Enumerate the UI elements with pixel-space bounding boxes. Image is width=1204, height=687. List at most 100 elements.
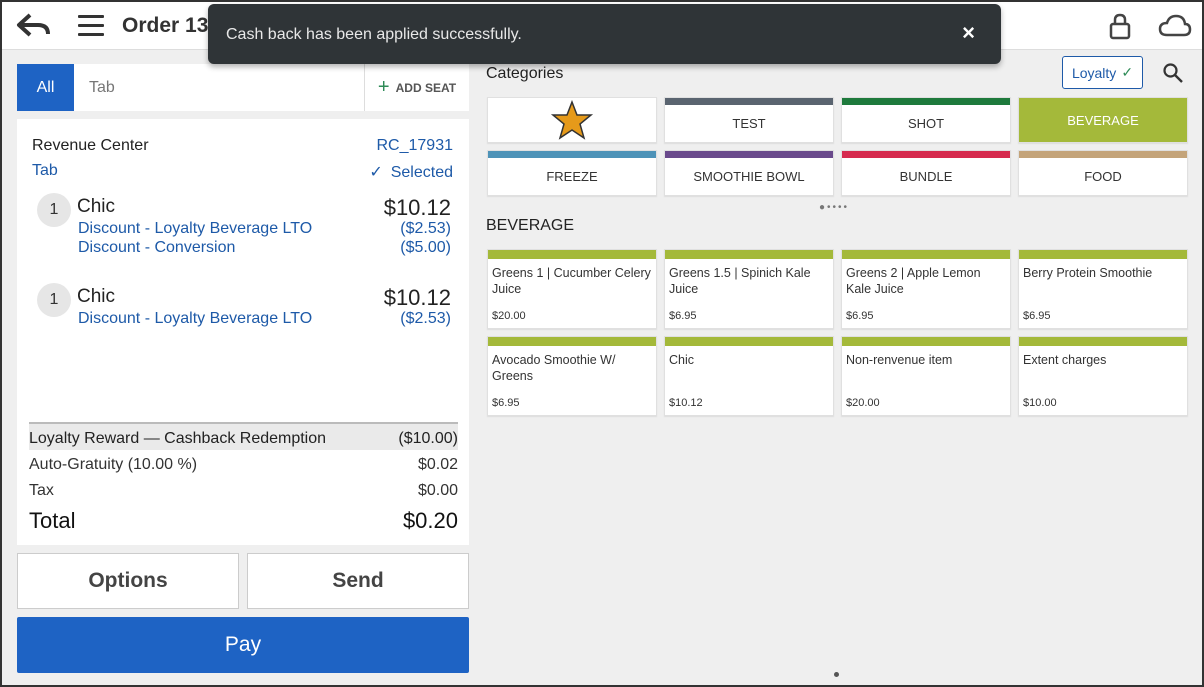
options-button[interactable]: Options [17,553,239,609]
item-price: $10.12 [383,195,451,220]
reward-label: Loyalty Reward — Cashback Redemption [29,430,327,447]
product-price: $20.00 [846,397,880,409]
item-price: $10.12 [383,285,451,310]
product-name: Chic [669,353,695,367]
product-tile[interactable]: Chic $10.12 [664,336,834,416]
category-label: SMOOTHIE BOWL [693,169,805,184]
page-indicator-dot [834,672,839,677]
product-name: Greens 1.5 | Spinich Kale Juice [669,266,811,296]
product-price: $6.95 [1023,310,1051,322]
item-discount-amount: ($2.53) [400,310,451,327]
product-tile[interactable]: Non-renvenue item $20.00 [841,336,1011,416]
loyalty-button[interactable]: Loyalty ✓ [1062,56,1143,89]
item-name: Chic [77,196,116,217]
loyalty-label: Loyalty [1071,64,1117,81]
selected-status: ✓ Selected [369,162,453,182]
total-label: Total [29,508,76,533]
item-quantity: 1 [37,283,71,317]
lock-icon[interactable] [1108,12,1132,40]
order-title: Order 138 [122,14,221,37]
hamburger-menu-icon[interactable] [78,15,104,37]
reward-amount: ($10.00) [398,430,458,447]
add-seat-label: ADD SEAT [395,80,457,95]
category-shot[interactable]: SHOT [841,97,1011,143]
toast-close-button[interactable]: × [962,20,975,46]
product-tile[interactable]: Greens 2 | Apple Lemon Kale Juice $6.95 [841,249,1011,329]
category-color-bar [665,151,833,158]
category-color-bar [488,151,656,158]
order-summary: Loyalty Reward — Cashback Redemption ($1… [29,422,458,536]
category-food[interactable]: FOOD [1018,150,1188,196]
toast-notification: Cash back has been applied successfully.… [208,4,1001,64]
product-color-bar [665,337,833,346]
tax-amount: $0.00 [417,482,458,499]
revenue-center-label: Revenue Center [32,137,149,154]
order-panel: Revenue Center RC_17931 Tab ✓ Selected 1 … [17,119,469,545]
seat-tabs: All Tab + ADD SEAT [17,64,469,111]
tab-label[interactable]: Tab [32,162,58,180]
total-amount: $0.20 [402,508,458,533]
product-name: Avocado Smoothie W/ Greens [492,353,616,383]
product-price: $10.00 [1023,397,1057,409]
category-color-bar [665,98,833,105]
product-tile[interactable]: Avocado Smoothie W/ Greens $6.95 [487,336,657,416]
item-discount-amount: ($2.53) [400,220,451,237]
product-name: Non-renvenue item [846,353,953,367]
category-page-indicator[interactable]: ●•••• [819,202,849,213]
tax-label: Tax [29,482,54,499]
checkmark-icon: ✓ [369,164,383,181]
add-seat-button[interactable]: + ADD SEAT [364,64,469,111]
category-beverage[interactable]: BEVERAGE [1018,97,1188,143]
product-tile[interactable]: Extent charges $10.00 [1018,336,1188,416]
send-button[interactable]: Send [247,553,469,609]
app-frame: Order 138 Cash back has been applied suc… [0,0,1204,687]
product-price: $6.95 [846,310,874,322]
product-price: $10.12 [669,397,703,409]
order-item[interactable]: 1 Chic $10.12 Discount - Loyalty Beverag… [37,283,457,333]
toast-message: Cash back has been applied successfully. [226,26,522,43]
categories-title: Categories [486,65,564,82]
plus-icon: + [377,76,390,98]
item-discount: Discount - Loyalty Beverage LTO [78,310,313,327]
total-row: Total $0.20 [29,502,458,536]
product-price: $20.00 [492,310,526,322]
category-label: BEVERAGE [1067,112,1139,128]
product-color-bar [842,250,1010,259]
product-color-bar [1019,337,1187,346]
category-favorites[interactable] [487,97,657,143]
product-tile[interactable]: Greens 1 | Cucumber Celery Juice $20.00 [487,249,657,329]
product-price: $6.95 [669,310,697,322]
product-color-bar [842,337,1010,346]
item-discount-amount: ($5.00) [400,239,451,256]
product-name: Greens 2 | Apple Lemon Kale Juice [846,266,981,296]
star-icon [550,100,594,140]
product-tile[interactable]: Berry Protein Smoothie $6.95 [1018,249,1188,329]
product-color-bar [665,250,833,259]
category-smoothie-bowl[interactable]: SMOOTHIE BOWL [664,150,834,196]
section-title: BEVERAGE [486,217,575,234]
category-bundle[interactable]: BUNDLE [841,150,1011,196]
category-label: SHOT [907,116,945,131]
cloud-icon[interactable] [1158,14,1192,38]
category-color-bar [1019,151,1187,158]
tab-tab[interactable]: Tab [89,79,115,97]
search-icon[interactable] [1162,62,1184,84]
tab-all[interactable]: All [17,64,74,111]
item-quantity: 1 [37,193,71,227]
pay-button[interactable]: Pay [17,617,469,673]
revenue-center-value[interactable]: RC_17931 [377,137,454,155]
product-tile[interactable]: Greens 1.5 | Spinich Kale Juice $6.95 [664,249,834,329]
gratuity-row: Auto-Gratuity (10.00 %) $0.02 [29,450,458,476]
order-item[interactable]: 1 Chic $10.12 Discount - Loyalty Beverag… [37,193,457,263]
category-color-bar [842,151,1010,158]
item-name: Chic [77,286,116,307]
back-arrow-icon[interactable] [16,12,52,40]
category-label: FREEZE [546,169,598,184]
checkmark-icon: ✓ [1121,64,1134,80]
product-name: Berry Protein Smoothie [1023,266,1153,280]
category-label: FOOD [1084,169,1122,184]
category-test[interactable]: TEST [664,97,834,143]
category-label: TEST [732,116,766,131]
category-freeze[interactable]: FREEZE [487,150,657,196]
selected-label: Selected [390,164,453,181]
